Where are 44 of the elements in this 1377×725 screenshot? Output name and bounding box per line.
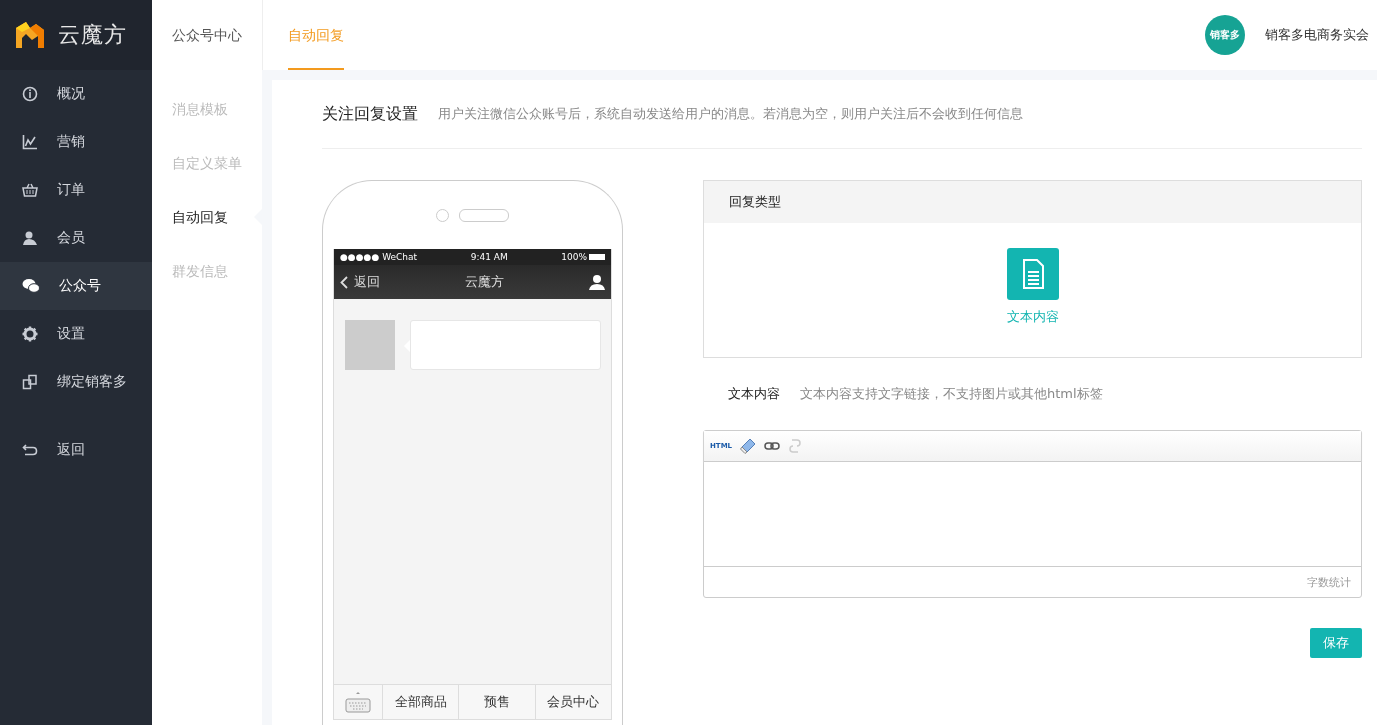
subnav-item[interactable]: 自动回复 xyxy=(152,190,262,244)
word-count: 字数统计 xyxy=(1307,574,1351,590)
chart-icon xyxy=(22,134,38,150)
sidebar-item[interactable]: 订单 xyxy=(0,166,152,214)
carrier-text: ●●●●● WeChat xyxy=(340,252,418,262)
sidebar-item[interactable]: 公众号 xyxy=(0,262,152,310)
brand-name: 云魔方 xyxy=(58,21,127,49)
user-name: 销客多电商务实会 xyxy=(1265,26,1369,44)
sidebar-item[interactable]: 会员 xyxy=(0,214,152,262)
sidebar-item[interactable]: 概况 xyxy=(0,70,152,118)
chat-title: 云魔方 xyxy=(465,273,504,291)
person-icon xyxy=(22,230,38,246)
section-description: 用户关注微信公众账号后，系统自动发送给用户的消息。若消息为空，则用户关注后不会收到任何信息 xyxy=(438,105,1023,123)
menu-item[interactable]: 预售 xyxy=(459,685,536,719)
sidebar-item[interactable]: 设置 xyxy=(0,310,152,358)
menu-item[interactable]: 会员中心 xyxy=(535,685,611,719)
document-icon xyxy=(1006,248,1059,300)
keyboard-icon xyxy=(345,691,371,713)
eraser-icon[interactable] xyxy=(740,438,757,454)
battery-icon xyxy=(589,254,605,260)
battery-text: 100% xyxy=(561,252,587,262)
basket-icon xyxy=(22,182,38,198)
speaker-icon xyxy=(459,208,509,222)
link-icon xyxy=(22,374,38,390)
back-link[interactable]: 返回 xyxy=(354,273,380,291)
sidebar-item[interactable]: 绑定销客多 xyxy=(0,358,152,406)
field-label: 文本内容 xyxy=(728,385,780,403)
avatar: 销客多 xyxy=(1205,15,1245,55)
gear-icon xyxy=(22,326,38,342)
logo-icon xyxy=(14,20,46,50)
avatar-placeholder xyxy=(345,320,395,370)
sidebar-item[interactable]: 营销 xyxy=(0,118,152,166)
person-icon[interactable] xyxy=(589,274,605,290)
info-icon xyxy=(22,86,38,102)
chevron-left-icon[interactable] xyxy=(340,275,348,289)
back-icon xyxy=(22,442,38,458)
chat-icon xyxy=(22,278,40,294)
section-title: 关注回复设置 xyxy=(322,103,418,125)
field-hint: 文本内容支持文字链接，不支持图片或其他html标签 xyxy=(800,385,1103,403)
time-text: 9:41 AM xyxy=(470,252,508,262)
menu-item[interactable]: 全部商品 xyxy=(383,685,460,719)
sidebar-item[interactable]: 返回 xyxy=(0,426,152,474)
card-title: 回复类型 xyxy=(704,181,1361,223)
link-icon[interactable] xyxy=(764,441,781,451)
